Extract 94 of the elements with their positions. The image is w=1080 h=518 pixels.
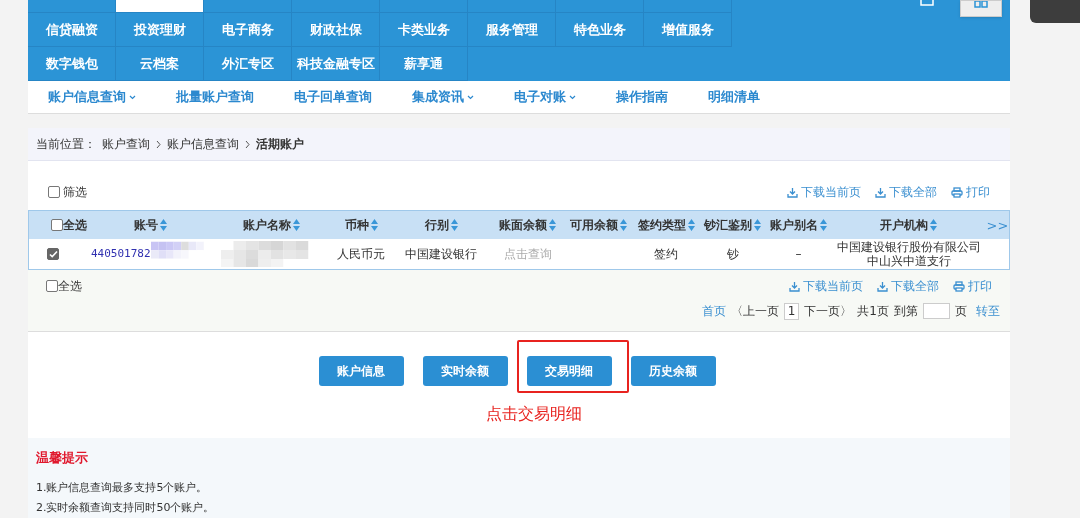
action-link[interactable]: 下载全部 — [877, 277, 939, 296]
action-button[interactable]: 历史余额 — [630, 356, 716, 387]
nav-tab[interactable] — [116, 0, 204, 13]
current-page[interactable]: 1 — [783, 303, 800, 320]
chevron-down-icon — [467, 94, 474, 100]
sub-nav-link[interactable]: 账户信息查询 — [48, 87, 136, 107]
sort-icon[interactable] — [930, 219, 937, 232]
tip-text: 2.实时余额查询支持同时50个账户。 — [36, 500, 216, 516]
nav-item[interactable]: 电子商务 — [204, 13, 292, 47]
page-input[interactable] — [923, 303, 950, 320]
breadcrumb-link[interactable]: 账户信息查询 — [167, 135, 239, 154]
sort-icon[interactable] — [549, 219, 556, 232]
sort-icon[interactable] — [820, 219, 827, 232]
sub-nav-link[interactable]: 操作指南 — [616, 87, 668, 107]
page-unit: 页 — [955, 303, 967, 321]
grid-button[interactable] — [960, 0, 1002, 17]
sub-nav-link[interactable]: 电子对账 — [514, 87, 576, 107]
table-cell[interactable]: 点击查询 — [503, 247, 552, 262]
column-header: 开户机构 — [880, 217, 928, 235]
sub-nav-link[interactable]: 批量账户查询 — [176, 87, 254, 107]
action-link[interactable]: 打印 — [953, 277, 992, 296]
first-page-link[interactable]: 首页 — [701, 302, 726, 321]
table-cell: 中国建设银行 — [405, 247, 477, 262]
table-cell: 钞 — [726, 247, 739, 262]
sort-icon[interactable] — [450, 219, 458, 232]
chevron-right-icon — [156, 139, 161, 149]
nav-item[interactable]: 服务管理 — [468, 13, 556, 47]
sort-icon[interactable] — [620, 219, 627, 232]
nav-item[interactable]: 财政社保 — [292, 13, 380, 47]
breadcrumb-link[interactable]: 账户查询 — [102, 135, 150, 154]
chevron-down-icon — [129, 94, 136, 100]
dark-panel — [1030, 0, 1080, 23]
chevron-down-icon — [569, 94, 576, 100]
page-total: 共1页 — [857, 303, 889, 321]
action-link[interactable]: 下载全部 — [875, 183, 937, 202]
annotation-text: 点击交易明细 — [486, 403, 582, 426]
column-header: 可用余额 — [570, 217, 618, 235]
column-header: 账号 — [133, 217, 158, 235]
tips-title: 温馨提示 — [36, 449, 89, 468]
account-link[interactable]: 440501782 — [89, 246, 151, 263]
column-header: 账户别名 — [770, 217, 818, 235]
action-link[interactable]: 下载当前页 — [787, 183, 861, 202]
column-header: 账户名称 — [242, 217, 291, 235]
checkbox[interactable] — [46, 280, 58, 293]
goto-link[interactable]: 转至 — [976, 302, 1000, 321]
print-icon — [951, 187, 963, 198]
download-icon — [787, 187, 798, 198]
sort-icon[interactable] — [292, 219, 300, 232]
action-button[interactable]: 实时余额 — [422, 356, 508, 387]
filter-checkbox[interactable]: 筛选 — [48, 183, 87, 202]
download-icon — [875, 187, 886, 198]
bookmark-icon[interactable] — [920, 0, 934, 6]
sub-nav-link[interactable]: 明细清单 — [708, 87, 760, 107]
download-icon — [789, 281, 800, 292]
checkbox[interactable] — [51, 219, 63, 232]
table-cell: 中国建设银行股份有限公司中山兴中道支行 — [835, 240, 982, 269]
sort-icon[interactable] — [754, 219, 761, 232]
grid-icon — [974, 1, 988, 9]
nav-item[interactable]: 卡类业务 — [380, 13, 468, 47]
column-header: 签约类型 — [637, 217, 686, 235]
column-header: 钞汇鉴别 — [704, 217, 752, 235]
download-icon — [877, 281, 888, 292]
sub-nav-link[interactable]: 集成资讯 — [412, 87, 474, 107]
column-header: 账面余额 — [499, 217, 547, 235]
column-header: 币种 — [344, 217, 369, 235]
nav-item[interactable]: 信贷融资 — [28, 13, 116, 47]
action-button[interactable]: 交易明细 — [526, 356, 612, 387]
checkbox[interactable] — [47, 248, 59, 261]
table-cell: – — [795, 247, 802, 262]
chevron-right-icon — [245, 139, 250, 149]
prev-page-link[interactable]: 〈上一页 — [730, 302, 779, 321]
more-columns-link[interactable]: >> — [986, 215, 1009, 236]
print-icon — [953, 281, 965, 292]
action-link[interactable]: 下载当前页 — [789, 277, 863, 296]
sort-icon[interactable] — [159, 219, 167, 232]
breadcrumb-label: 当前位置： — [36, 136, 96, 154]
select-all-checkbox[interactable]: 全选 — [46, 277, 82, 296]
column-header: 行别 — [424, 217, 449, 235]
table-cell: 签约 — [654, 247, 678, 262]
select-all-checkbox[interactable]: 全选 — [29, 216, 89, 235]
nav-item[interactable]: 投资理财 — [116, 13, 204, 47]
table-cell: 人民币元 — [337, 247, 385, 262]
next-page-link[interactable]: 下一页〉 — [804, 302, 853, 321]
breadcrumb-current: 活期账户 — [256, 136, 304, 154]
tip-text: 1.账户信息查询最多支持5个账户。 — [36, 480, 209, 496]
goto-label: 到第 — [894, 303, 918, 321]
sub-nav-link[interactable]: 电子回单查询 — [294, 87, 372, 107]
sort-icon[interactable] — [370, 219, 378, 232]
checkbox[interactable] — [48, 186, 60, 199]
action-link[interactable]: 打印 — [951, 183, 990, 202]
sort-icon[interactable] — [687, 219, 695, 232]
action-button[interactable]: 账户信息 — [318, 356, 404, 387]
nav-item[interactable]: 特色业务 — [556, 13, 644, 47]
nav-item[interactable]: 增值服务 — [644, 13, 732, 47]
